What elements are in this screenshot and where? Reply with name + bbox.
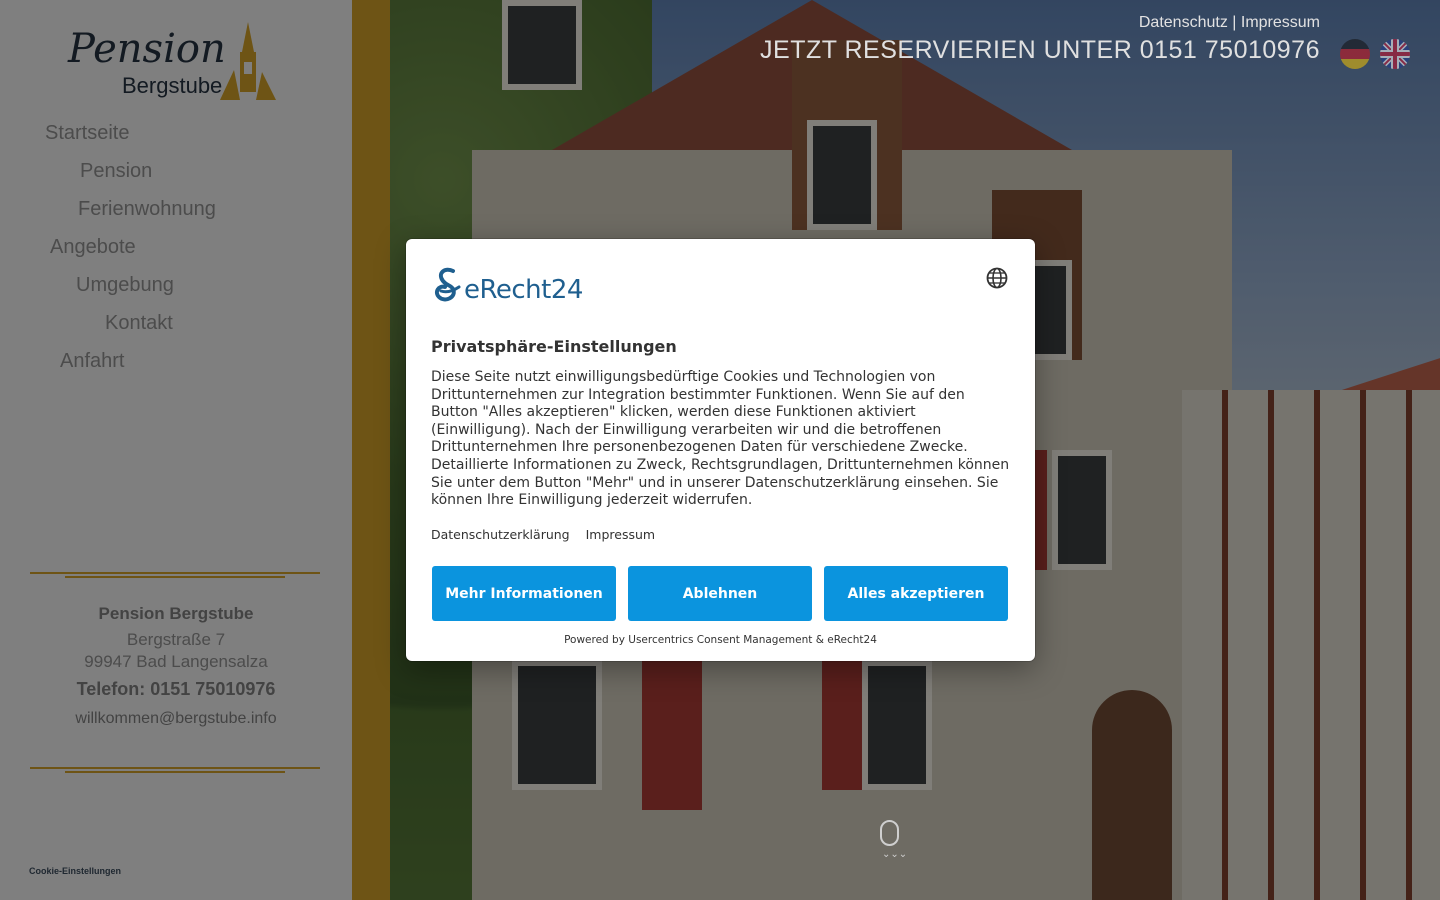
link-separator: |	[1232, 14, 1237, 31]
dialog-title: Privatsphäre-Einstellungen	[431, 337, 677, 356]
deny-button[interactable]: Ablehnen	[628, 566, 812, 621]
top-links: Datenschutz | Impressum	[1139, 14, 1320, 32]
imprint-link[interactable]: Impressum	[1241, 14, 1320, 31]
dialog-description: Diese Seite nutzt einwilligungsbedürftig…	[431, 369, 1010, 509]
privacy-link[interactable]: Datenschutz	[1139, 14, 1228, 31]
globe-icon[interactable]	[986, 267, 1008, 289]
german-flag-icon[interactable]	[1340, 39, 1370, 69]
reservation-banner[interactable]: JETZT RESERVIERIEN UNTER 0151 75010976	[760, 36, 1320, 65]
accept-all-button[interactable]: Alles akzeptieren	[824, 566, 1008, 621]
imprint-link[interactable]: Impressum	[586, 527, 655, 542]
chevron-down-icon[interactable]: ⌄⌄⌄	[882, 850, 907, 860]
cookie-consent-dialog: eRecht24 Privatsphäre-Einstellungen Dies…	[406, 239, 1035, 661]
uk-flag-icon[interactable]	[1380, 39, 1410, 69]
dialog-links: Datenschutzerklärung Impressum	[431, 527, 667, 542]
privacy-policy-link[interactable]: Datenschutzerklärung	[431, 527, 570, 542]
erecht24-logo-icon	[434, 267, 461, 302]
mouse-scroll-icon[interactable]	[880, 820, 899, 846]
brand-name: eRecht24	[464, 275, 583, 305]
more-information-button[interactable]: Mehr Informationen	[432, 566, 616, 621]
powered-by-text: Powered by Usercentrics Consent Manageme…	[564, 634, 877, 646]
